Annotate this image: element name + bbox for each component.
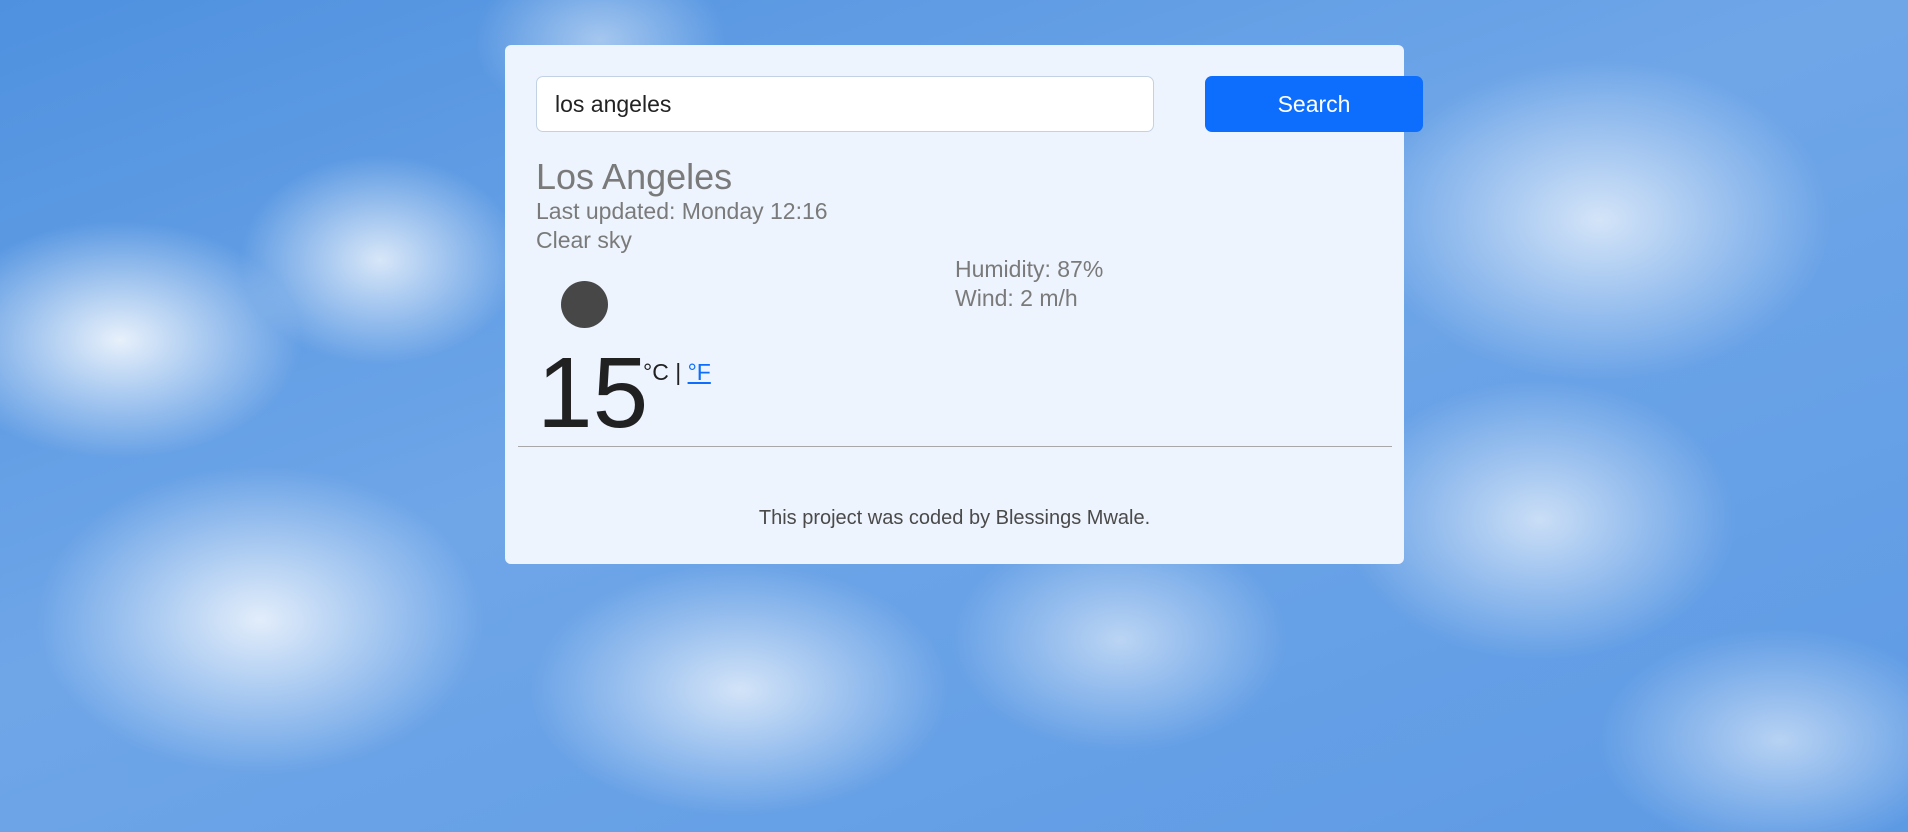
unit-switch: °C | °F xyxy=(643,361,711,384)
search-form: Search xyxy=(536,76,1423,132)
unit-separator: | xyxy=(668,359,688,385)
weather-description: Clear sky xyxy=(536,227,632,253)
footer-credit: This project was coded by Blessings Mwal… xyxy=(758,507,1151,529)
weather-card: Search Los Angeles Last updated: Monday … xyxy=(505,45,1423,564)
temperature-value: 15 xyxy=(537,337,649,449)
weather-icon xyxy=(561,281,608,328)
unit-celsius: °C xyxy=(643,359,669,385)
search-button[interactable]: Search xyxy=(1205,76,1423,132)
divider xyxy=(518,446,1392,447)
last-updated: Last updated: Monday 12:16 xyxy=(536,198,828,224)
city-name: Los Angeles xyxy=(536,156,733,197)
wind: Wind: 2 m/h xyxy=(955,285,1078,311)
humidity: Humidity: 87% xyxy=(955,256,1104,282)
search-input[interactable] xyxy=(536,76,1154,132)
weather-details: Humidity: 87% Wind: 2 m/h xyxy=(955,255,1103,313)
unit-fahrenheit-link[interactable]: °F xyxy=(688,359,711,385)
